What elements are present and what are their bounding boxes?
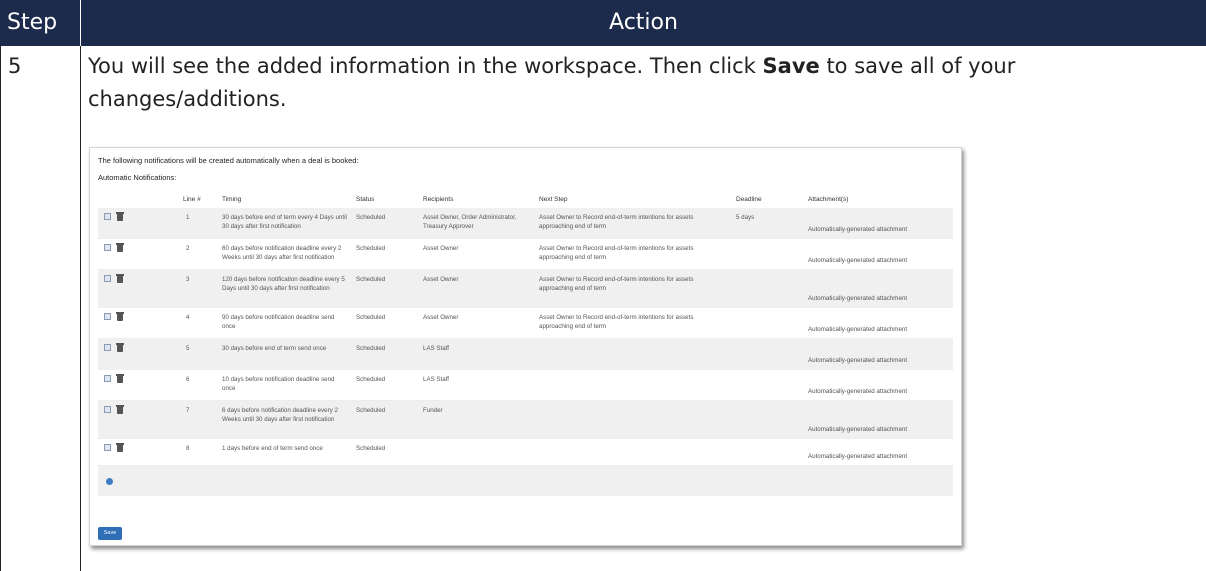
row-status: Scheduled	[356, 345, 386, 352]
row-actions	[104, 343, 124, 352]
table-left-border	[0, 46, 1, 571]
row-actions	[104, 274, 124, 283]
column-divider	[80, 46, 81, 571]
row-actions	[104, 405, 124, 414]
row-next-step: Asset Owner to Record end-of-term intent…	[539, 314, 694, 330]
row-status: Scheduled	[356, 407, 386, 414]
row-attachment: Automatically-generated attachment	[808, 453, 908, 460]
row-timing: 30 days before end of term every 4 Days …	[222, 214, 347, 230]
trash-icon[interactable]	[116, 312, 124, 321]
notifications-table-body: 1 30 days before end of term every 4 Days…	[98, 208, 953, 496]
row-actions	[104, 312, 124, 321]
row-timing: 30 days before end of term send once	[222, 345, 327, 352]
row-status: Scheduled	[356, 376, 386, 383]
col-recipients: Recipients	[423, 196, 454, 203]
row-actions	[104, 374, 124, 383]
row-line-number: 7	[186, 407, 190, 414]
row-status: Scheduled	[356, 214, 386, 221]
trash-icon[interactable]	[116, 212, 124, 221]
add-notification-row	[98, 466, 953, 496]
row-timing: 90 days before notification deadline sen…	[222, 314, 335, 330]
row-status: Scheduled	[356, 314, 386, 321]
automatic-notifications-label: Automatic Notifications:	[98, 173, 177, 182]
table-row: 7 6 days before notification deadline eve…	[98, 401, 953, 439]
edit-icon[interactable]	[104, 213, 111, 220]
row-line-number: 4	[186, 314, 190, 321]
trash-icon[interactable]	[116, 405, 124, 414]
row-recipients: Asset Owner, Order Administrator, Treasu…	[423, 214, 517, 230]
row-recipients: Asset Owner	[423, 276, 459, 283]
table-row: 4 90 days before notification deadline se…	[98, 308, 953, 339]
row-recipients: LAS Staff	[423, 376, 450, 383]
table-row: 5 30 days before end of term send once Sch…	[98, 339, 953, 370]
row-attachment: Automatically-generated attachment	[808, 326, 908, 333]
row-timing: 120 days before notification deadline ev…	[222, 276, 345, 292]
step-instruction: You will see the added information in th…	[88, 50, 1188, 116]
trash-icon[interactable]	[116, 274, 124, 283]
trash-icon[interactable]	[116, 243, 124, 252]
row-attachment: Automatically-generated attachment	[808, 388, 908, 395]
row-actions	[104, 443, 124, 452]
instruction-save-keyword: Save	[762, 54, 820, 78]
row-line-number: 2	[186, 245, 190, 252]
table-row: 6 10 days before notification deadline se…	[98, 370, 953, 401]
edit-icon[interactable]	[104, 444, 111, 451]
edit-icon[interactable]	[104, 275, 111, 282]
add-icon[interactable]	[106, 478, 113, 485]
table-row: 8 1 days before end of term send once Sche…	[98, 439, 953, 466]
row-recipients: Asset Owner	[423, 314, 459, 321]
row-recipients: Asset Owner	[423, 245, 459, 252]
col-attachments: Attachment(s)	[808, 196, 849, 203]
edit-icon[interactable]	[104, 375, 111, 382]
step-number: 5	[8, 54, 22, 78]
col-status: Status	[356, 196, 375, 203]
row-next-step: Asset Owner to Record end-of-term intent…	[539, 214, 694, 230]
procedure-table: Step Action 5 You will see the added inf…	[0, 0, 1206, 571]
row-attachment: Automatically-generated attachment	[808, 357, 908, 364]
row-actions	[104, 243, 124, 252]
row-status: Scheduled	[356, 445, 386, 452]
row-status: Scheduled	[356, 276, 386, 283]
col-timing: Timing	[222, 196, 242, 203]
row-line-number: 1	[186, 214, 190, 221]
col-line-number: Line #	[183, 196, 201, 203]
row-line-number: 8	[186, 445, 190, 452]
edit-icon[interactable]	[104, 244, 111, 251]
row-timing: 1 days before end of term send once	[222, 445, 323, 452]
trash-icon[interactable]	[116, 343, 124, 352]
save-button[interactable]: Save	[98, 527, 122, 540]
step-column-header: Step	[0, 0, 80, 46]
row-line-number: 5	[186, 345, 190, 352]
trash-icon[interactable]	[116, 374, 124, 383]
row-deadline: 5 days	[736, 214, 755, 221]
row-recipients: Funder	[423, 407, 443, 414]
row-next-step: Asset Owner to Record end-of-term intent…	[539, 245, 694, 261]
row-status: Scheduled	[356, 245, 386, 252]
edit-icon[interactable]	[104, 406, 111, 413]
row-attachment: Automatically-generated attachment	[808, 257, 908, 264]
row-line-number: 6	[186, 376, 190, 383]
row-attachment: Automatically-generated attachment	[808, 426, 908, 433]
row-attachment: Automatically-generated attachment	[808, 226, 908, 233]
row-recipients: LAS Staff	[423, 345, 450, 352]
row-timing: 10 days before notification deadline sen…	[222, 376, 335, 392]
row-attachment: Automatically-generated attachment	[808, 295, 908, 302]
table-row: 2 60 days before notification deadline ev…	[98, 239, 953, 270]
instruction-text: You will see the added information in th…	[88, 54, 763, 78]
row-timing: 6 days before notification deadline ever…	[222, 407, 338, 423]
edit-icon[interactable]	[104, 344, 111, 351]
trash-icon[interactable]	[116, 443, 124, 452]
row-timing: 60 days before notification deadline eve…	[222, 245, 342, 261]
row-next-step: Asset Owner to Record end-of-term intent…	[539, 276, 694, 292]
row-actions	[104, 212, 124, 221]
edit-icon[interactable]	[104, 313, 111, 320]
notifications-screenshot: The following notifications will be crea…	[89, 147, 962, 546]
row-line-number: 3	[186, 276, 190, 283]
action-column-header: Action	[81, 0, 1206, 46]
col-next-step: Next Step	[539, 196, 568, 203]
table-row: 1 30 days before end of term every 4 Days…	[98, 208, 953, 239]
col-deadline: Deadline	[736, 196, 762, 203]
table-row: 3 120 days before notification deadline e…	[98, 270, 953, 308]
notifications-intro: The following notifications will be crea…	[98, 156, 359, 165]
